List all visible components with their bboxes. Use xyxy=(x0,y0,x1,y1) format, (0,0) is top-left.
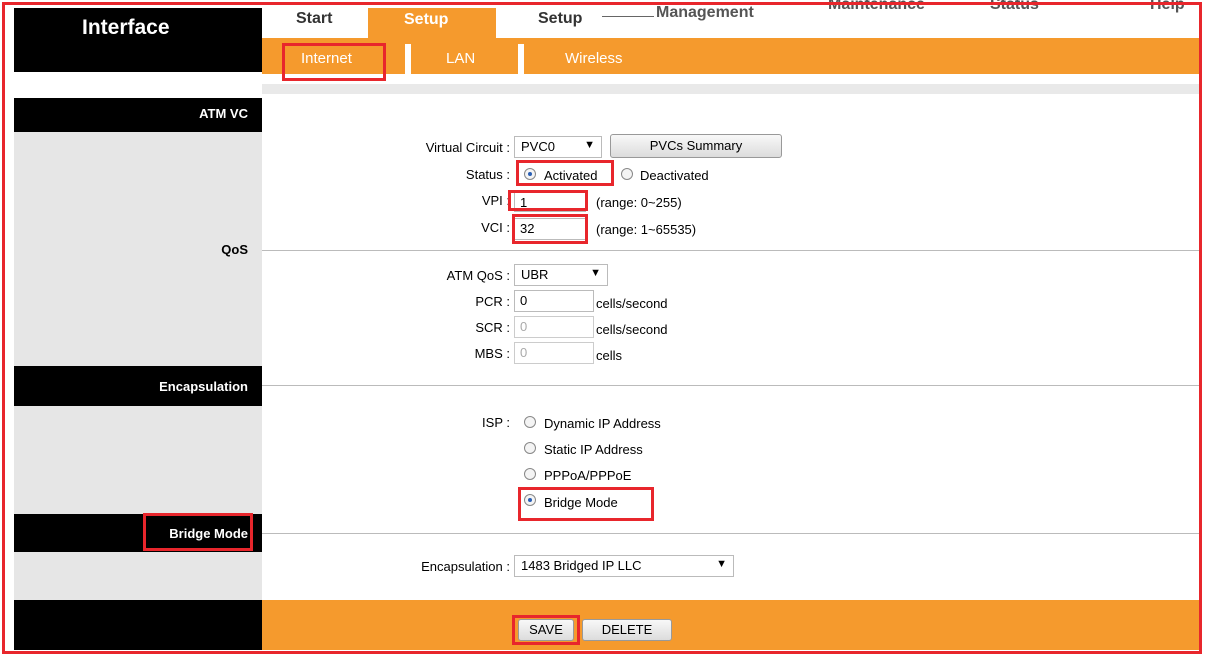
pcr-input[interactable]: 0 xyxy=(514,290,594,312)
brand-title: Interface xyxy=(82,16,170,39)
atm-qos-label: ATM QoS : xyxy=(446,268,510,283)
radio-icon[interactable] xyxy=(524,416,536,428)
status-activated-label: Activated xyxy=(544,168,598,183)
subtab-separator xyxy=(405,44,411,74)
encapsulation-label: Encapsulation : xyxy=(421,559,510,574)
radio-icon[interactable] xyxy=(524,468,536,480)
status-label: Status : xyxy=(465,167,510,182)
section-encapsulation: Encapsulation xyxy=(14,366,262,406)
footer-left xyxy=(14,600,262,650)
isp-dynamic-ip-label: Dynamic IP Address xyxy=(544,416,661,431)
mbs-input[interactable]: 0 xyxy=(514,342,594,364)
left-spacer xyxy=(14,76,262,98)
subtab-separator xyxy=(518,44,524,74)
vpi-label: VPI : xyxy=(481,193,510,208)
divider xyxy=(262,385,1200,386)
delete-button[interactable]: DELETE xyxy=(582,619,672,641)
pcr-unit: cells/second xyxy=(596,296,668,311)
tab-setup-label: Setup xyxy=(404,11,449,28)
atm-qos-select[interactable]: UBR ▼ xyxy=(514,264,608,286)
mbs-label: MBS : xyxy=(474,346,510,361)
tab-setup[interactable]: Setup xyxy=(538,10,582,28)
section-qos: QoS xyxy=(14,132,262,366)
chevron-down-icon: ▼ xyxy=(590,267,601,279)
nav-divider xyxy=(602,16,654,17)
brand-header: Interface xyxy=(14,8,262,72)
tab-maintenance[interactable]: Maintenance xyxy=(828,0,925,14)
tab-management[interactable]: Management xyxy=(656,4,754,22)
section-bridge-mode-label: Bridge Mode xyxy=(169,526,248,541)
vpi-range: (range: 0~255) xyxy=(596,195,682,210)
pvcs-summary-button[interactable]: PVCs Summary xyxy=(610,134,782,158)
radio-icon[interactable] xyxy=(524,168,536,180)
virtual-circuit-value: PVC0 xyxy=(521,139,555,154)
footer-bar xyxy=(262,600,1200,650)
subtab-internet[interactable]: Internet xyxy=(301,50,352,67)
pcr-label: PCR : xyxy=(475,294,510,309)
encapsulation-select[interactable]: 1483 Bridged IP LLC ▼ xyxy=(514,555,734,577)
radio-icon[interactable] xyxy=(524,494,536,506)
vci-input[interactable]: 32 xyxy=(514,218,586,240)
virtual-circuit-label: Virtual Circuit : xyxy=(425,140,510,155)
section-qos-label: QoS xyxy=(221,242,248,257)
scr-input[interactable]: 0 xyxy=(514,316,594,338)
mbs-unit: cells xyxy=(596,348,623,363)
section-atm-vc: ATM VC xyxy=(14,98,262,132)
left-grey-block xyxy=(14,406,262,514)
divider xyxy=(262,250,1200,251)
vpi-input[interactable]: 1 xyxy=(514,192,586,212)
isp-pppoa-pppoe-label: PPPoA/PPPoE xyxy=(544,468,632,483)
chevron-down-icon: ▼ xyxy=(716,558,727,570)
divider xyxy=(262,533,1200,534)
subtab-lan[interactable]: LAN xyxy=(446,50,475,67)
section-atm-vc-label: ATM VC xyxy=(199,106,248,121)
chevron-down-icon: ▼ xyxy=(584,139,595,151)
left-grey-bottom xyxy=(14,552,262,600)
section-bridge-mode: Bridge Mode xyxy=(14,514,262,552)
tab-setup-active[interactable]: Setup xyxy=(368,8,496,38)
tab-status[interactable]: Status xyxy=(990,0,1039,14)
atm-qos-value: UBR xyxy=(521,267,549,282)
scr-unit: cells/second xyxy=(596,322,668,337)
scr-label: SCR : xyxy=(475,320,510,335)
radio-icon[interactable] xyxy=(524,442,536,454)
save-button[interactable]: SAVE xyxy=(518,619,574,641)
encapsulation-value: 1483 Bridged IP LLC xyxy=(521,558,642,573)
isp-label: ISP : xyxy=(482,415,510,430)
section-encapsulation-label: Encapsulation xyxy=(159,379,248,394)
tab-start[interactable]: Start xyxy=(296,10,332,28)
tab-help[interactable]: Help xyxy=(1150,0,1185,14)
radio-icon[interactable] xyxy=(621,168,633,180)
content-top-bar xyxy=(262,84,1200,94)
virtual-circuit-select[interactable]: PVC0 ▼ xyxy=(514,136,602,158)
vci-range: (range: 1~65535) xyxy=(596,222,697,237)
isp-static-ip-label: Static IP Address xyxy=(544,442,643,457)
subtab-wireless[interactable]: Wireless xyxy=(565,50,623,67)
vci-label: VCI : xyxy=(481,220,510,235)
status-deactivated-label: Deactivated xyxy=(640,168,709,183)
sub-nav xyxy=(262,38,1200,74)
isp-bridge-mode-label: Bridge Mode xyxy=(544,495,618,510)
